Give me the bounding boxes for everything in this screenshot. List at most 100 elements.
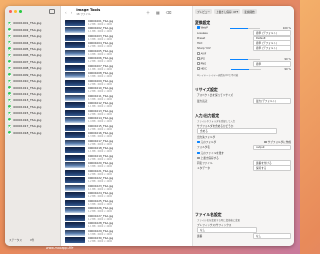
thumbnail-row[interactable]: 00001006_TSA.jpg 1.2 MB · 6000 × 4000 (65, 57, 191, 65)
thumbnail-info: 00001006_TSA.jpg 1.2 MB · 6000 × 4000 (88, 57, 113, 64)
thumbnail-info: 00001016_TSA.jpg 1.3 MB · 6000 × 4000 (88, 132, 113, 139)
thumbnail-row[interactable]: 00001021_TSA.jpg 1.2 MB · 6000 × 4000 (65, 169, 191, 177)
heic-quality-slider[interactable] (230, 68, 261, 70)
png-row: PNG 標準 (197, 61, 291, 68)
thumbnail-image (65, 87, 85, 94)
thumbnail-row[interactable]: 00001029_TSA.jpg 1.3 MB · 6000 × 4000 (65, 229, 191, 237)
thumbnail-meta: 1.1 MB · 6000 × 4000 (88, 225, 113, 229)
folder-name-input[interactable]: output (253, 144, 291, 150)
thumbnail-info: 00001018_TSA.jpg 1.1 MB · 6000 × 4000 (88, 147, 113, 154)
sidebar-file-name: 00001009_TSA.jpg (13, 72, 42, 77)
prefix-select[interactable]: なし (197, 227, 257, 234)
thumbnail-row[interactable]: 00001030_TSA.jpg 1.2 MB · 6000 × 4000 (65, 237, 191, 245)
app-subtitle: 18 ファイル (76, 12, 91, 16)
jpg-checkbox[interactable] (197, 57, 200, 61)
thumbnail-row[interactable]: 00001020_TSA.jpg 1.3 MB · 6000 × 4000 (65, 162, 191, 170)
thumbnail-row[interactable]: 00001009_TSA.jpg 1.2 MB · 6000 × 4000 (65, 79, 191, 87)
sidebar-file-item[interactable]: 00001018_TSA.jpg (8, 129, 60, 135)
thumbnail-row[interactable]: 00001018_TSA.jpg 1.1 MB · 6000 × 4000 (65, 147, 191, 155)
output-subfolder-radio[interactable] (264, 140, 267, 144)
back-icon[interactable]: ‹ (65, 10, 67, 15)
thumbnail-row[interactable]: 00001010_TSA.jpg 1.2 MB · 6000 × 4000 (65, 87, 191, 95)
thumbnail-info: 00001026_TSA.jpg 1.2 MB · 6000 × 4000 (88, 207, 113, 214)
sidebar-file-name: 00001001_TSA.jpg (13, 21, 42, 26)
thumbnail-row[interactable]: 00001019_TSA.jpg 1.2 MB · 6000 × 4000 (65, 154, 191, 162)
start-convert-button[interactable]: 変換開始 (242, 9, 257, 15)
thumbnail-info: 00001001_TSA.jpg 1.2 MB · 6000 × 4000 (88, 19, 113, 26)
checkmark-icon (8, 28, 12, 32)
forward-icon[interactable]: › (71, 10, 73, 15)
thumbnail-image (65, 177, 85, 184)
heic-checkbox[interactable] (197, 67, 200, 71)
overwrite-checkbox[interactable] (197, 156, 200, 160)
thumbnail-row[interactable]: 00001026_TSA.jpg 1.2 MB · 6000 × 4000 (65, 207, 191, 215)
thumbnail-row[interactable]: 00001008_TSA.jpg 1.3 MB · 6000 × 4000 (65, 72, 191, 80)
sidebar-file-name: 00001011_TSA.jpg (13, 85, 42, 90)
status-count: 0件 (29, 239, 35, 242)
close-window-button[interactable] (9, 10, 12, 13)
lossless-row: Lossless 標準 (デフォルト) (197, 30, 291, 37)
minimize-window-button[interactable] (14, 10, 17, 13)
sharp-yuv-row: Sharp YUV 標準 (デフォルト) (197, 45, 291, 52)
thumbnail-row[interactable]: 00001004_TSA.jpg 1.2 MB · 6000 × 4000 (65, 42, 191, 50)
metadata-row: メタデータ 保持する (197, 165, 291, 172)
output-original-radio[interactable] (197, 140, 200, 144)
preview-button[interactable]: プレビュー (195, 9, 212, 15)
sidebar-toggle-icon[interactable] (49, 9, 55, 14)
thumbnail-image (65, 222, 85, 229)
jpg-quality-slider[interactable] (229, 58, 260, 60)
thumbnail-row[interactable]: 00001027_TSA.jpg 1.2 MB · 6000 × 4000 (65, 214, 191, 222)
png-checkbox[interactable] (197, 62, 200, 66)
thumbnail-row[interactable]: 00001022_TSA.jpg 1.2 MB · 6000 × 4000 (65, 177, 191, 185)
thumbnail-info: 00001021_TSA.jpg 1.2 MB · 6000 × 4000 (88, 169, 113, 176)
webp-checkbox[interactable] (197, 26, 200, 30)
checkmark-icon (8, 66, 12, 70)
thumbnail-row[interactable]: 00001005_TSA.jpg 1.4 MB · 6000 × 4000 (65, 49, 191, 57)
thumbnail-row[interactable]: 00001023_TSA.jpg 1.1 MB · 6000 × 4000 (65, 184, 191, 192)
webp-quality-slider[interactable] (230, 27, 261, 29)
thumbnail-row[interactable]: 00001007_TSA.jpg 1.1 MB · 6000 × 4000 (65, 64, 191, 72)
thumbnail-row[interactable]: 00001016_TSA.jpg 1.3 MB · 6000 × 4000 (65, 132, 191, 140)
thumbnail-meta: 1.2 MB · 6000 × 4000 (88, 60, 113, 64)
thumbnail-meta: 1.1 MB · 6000 × 4000 (88, 30, 113, 34)
thumbnail-info: 00001014_TSA.jpg 1.4 MB · 6000 × 4000 (88, 117, 113, 124)
thumbnail-info: 00001010_TSA.jpg 1.2 MB · 6000 × 4000 (88, 87, 113, 94)
zoom-window-button[interactable] (19, 10, 22, 13)
thumbnail-image (65, 94, 85, 101)
thumbnail-row[interactable]: 00001012_TSA.jpg 1.1 MB · 6000 × 4000 (65, 102, 191, 110)
checkmark-icon (8, 118, 12, 122)
sharp-yuv-select[interactable]: 標準 (デフォルト) (253, 45, 291, 52)
metadata-select[interactable]: 保持する (253, 165, 291, 172)
thumbnail-row[interactable]: 00001011_TSA.jpg 1.3 MB · 6000 × 4000 (65, 94, 191, 102)
thumbnail-row[interactable]: 00001017_TSA.jpg 1.2 MB · 6000 × 4000 (65, 139, 191, 147)
sidebar-file-name: 00001013_TSA.jpg (13, 98, 42, 103)
thumbnail-row[interactable]: 00001028_TSA.jpg 1.1 MB · 6000 × 4000 (65, 222, 191, 230)
add-file-icon[interactable]: ＋ (146, 10, 150, 16)
thumbnail-row[interactable]: 00001002_TSA.jpg 1.1 MB · 6000 × 4000 (65, 27, 191, 35)
trash-icon[interactable]: ⌫ (166, 10, 172, 16)
thumbnail-meta: 1.3 MB · 6000 × 4000 (88, 135, 113, 139)
number-select[interactable]: なし (253, 233, 291, 240)
thumbnail-row[interactable]: 00001003_TSA.jpg 1.3 MB · 6000 × 4000 (65, 34, 191, 42)
thumbnail-row[interactable]: 00001015_TSA.jpg 1.2 MB · 6000 × 4000 (65, 124, 191, 132)
thumbnail-row[interactable]: 00001014_TSA.jpg 1.4 MB · 6000 × 4000 (65, 117, 191, 125)
grid-view-icon[interactable]: ▦ (156, 10, 160, 16)
avif-checkbox[interactable] (197, 52, 200, 56)
avif-label: AVIF (200, 52, 207, 56)
resize-size-select[interactable]: 最大(デフォルト) (253, 98, 291, 105)
thumbnail-row[interactable]: 00001001_TSA.jpg 1.2 MB · 6000 × 4000 (65, 19, 191, 27)
checkmark-icon (8, 86, 12, 90)
sidebar-file-name: 00001012_TSA.jpg (13, 92, 42, 97)
thumbnail-row[interactable]: 00001013_TSA.jpg 1.2 MB · 6000 × 4000 (65, 109, 191, 117)
thumbnail-info: 00001028_TSA.jpg 1.1 MB · 6000 × 4000 (88, 222, 113, 229)
overwrite-button[interactable]: 上書きし保存: OFF (213, 9, 241, 15)
sidebar-file-name: 00001015_TSA.jpg (13, 111, 42, 116)
thumbnail-image (65, 169, 85, 176)
subfolder-select[interactable]: 含める (197, 128, 277, 135)
thumbnail-row[interactable]: 00001025_TSA.jpg 1.3 MB · 6000 × 4000 (65, 199, 191, 207)
thumbnail-row[interactable]: 00001024_TSA.jpg 1.2 MB · 6000 × 4000 (65, 192, 191, 200)
sidebar-footer: ステータス 0件 (9, 238, 34, 242)
number-row: 連番 なし (197, 233, 291, 240)
keep-original-checkbox[interactable] (197, 151, 200, 155)
thumbnail-image (65, 64, 85, 71)
